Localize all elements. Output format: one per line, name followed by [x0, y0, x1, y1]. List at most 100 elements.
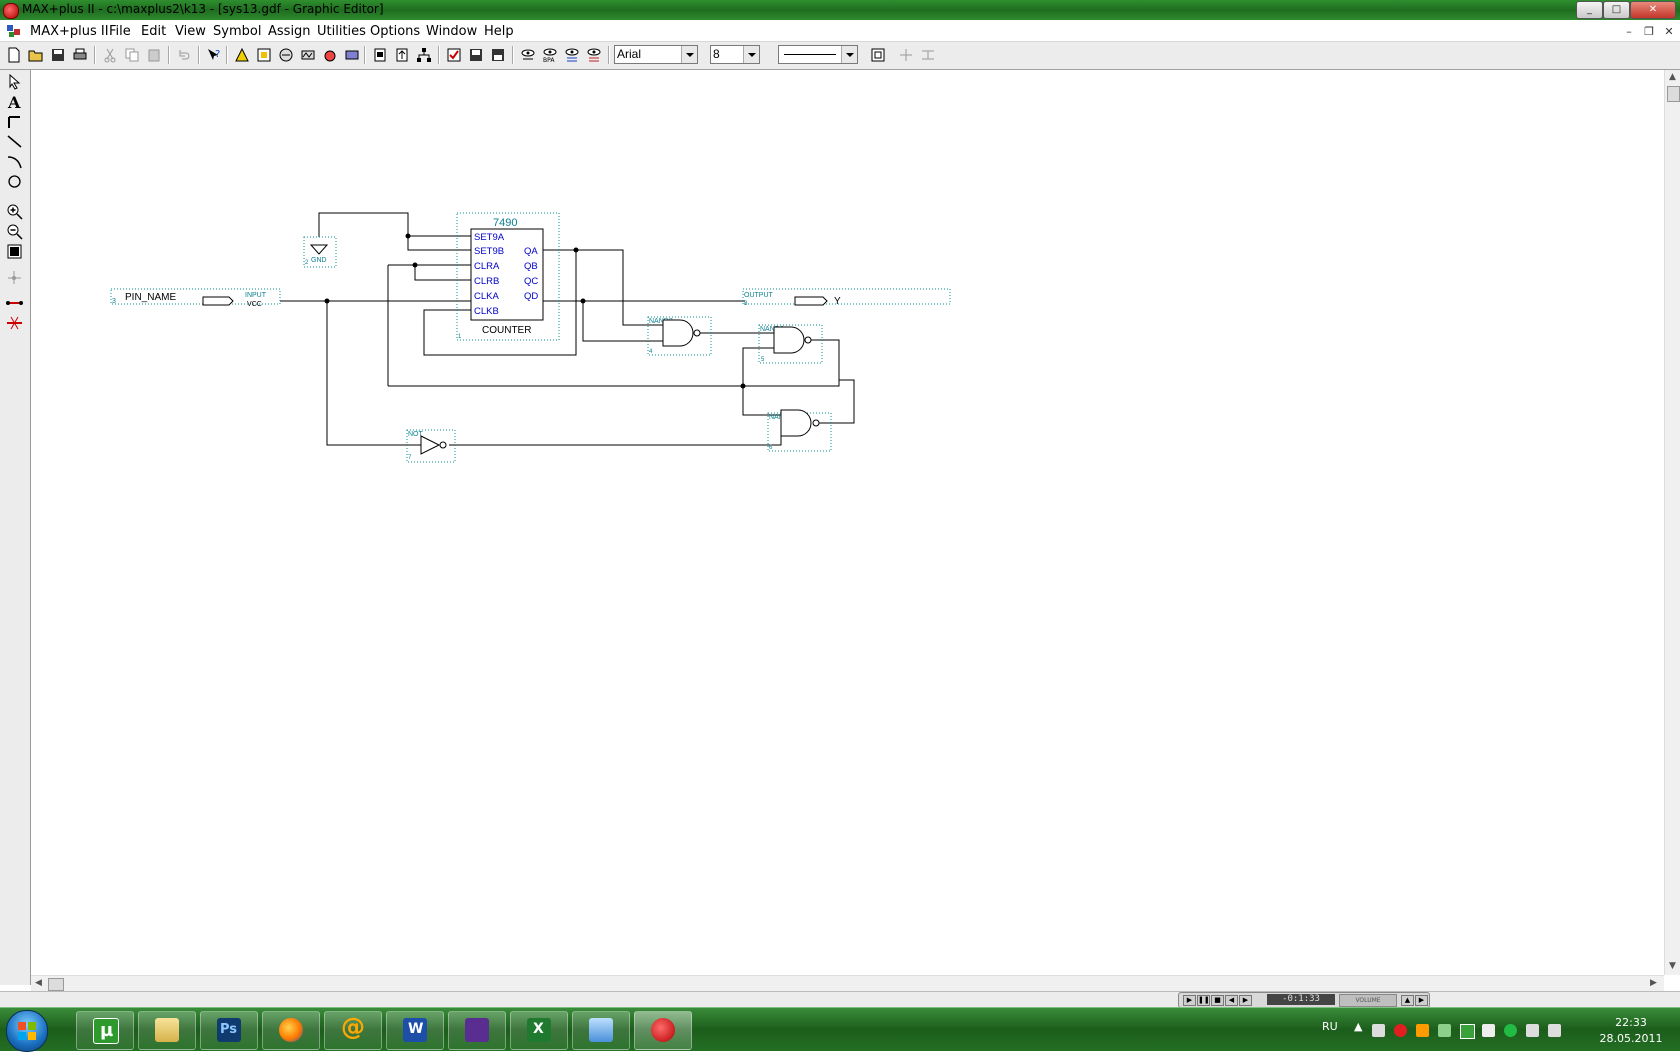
- font-name-select[interactable]: Arial: [614, 45, 698, 64]
- start-button[interactable]: [6, 1010, 48, 1052]
- language-indicator[interactable]: RU: [1322, 1020, 1338, 1063]
- action-center-icon[interactable]: [1548, 1024, 1561, 1037]
- menu-help[interactable]: Help: [484, 24, 514, 39]
- play-icon[interactable]: ▶: [1183, 995, 1196, 1006]
- simulator-icon[interactable]: [298, 45, 319, 66]
- compile-save-icon[interactable]: [466, 45, 487, 66]
- chevron-down-icon[interactable]: [743, 46, 759, 63]
- media-player-bar[interactable]: ▶ ❚❚ ■ ◀ ▶ -0:1:33 VOLUME ▲ ▶: [1178, 992, 1430, 1008]
- schematic-drawing[interactable]: 3 PIN_NAME INPUT VCC GND 2 7490 SET9A SE…: [31, 70, 1664, 975]
- programmer-icon[interactable]: [342, 45, 363, 66]
- diagonal-line-icon[interactable]: [5, 133, 24, 150]
- fit-in-window-icon[interactable]: [5, 243, 24, 260]
- taskbar-app-mail-agent[interactable]: @: [324, 1011, 382, 1050]
- volume-slider[interactable]: VOLUME: [1339, 994, 1397, 1007]
- vertical-scrollbar[interactable]: ▲ ▼: [1664, 70, 1680, 975]
- connect-nodes-icon[interactable]: [5, 294, 24, 311]
- menu-utilities[interactable]: Utilities: [317, 24, 366, 39]
- print-icon[interactable]: [70, 45, 91, 66]
- media-menu-icon[interactable]: ▶: [1415, 995, 1428, 1006]
- hierarchy-display-icon[interactable]: [232, 45, 253, 66]
- taskbar-app-utorrent[interactable]: µ: [76, 1011, 134, 1050]
- compiler-icon[interactable]: [276, 45, 297, 66]
- open-symbol-icon[interactable]: [370, 45, 391, 66]
- scroll-up-icon[interactable]: ▲: [1669, 72, 1676, 82]
- maxplus-app-icon[interactable]: [3, 3, 19, 19]
- clock[interactable]: 22:33 28.05.2011: [1596, 1015, 1666, 1047]
- disconnect-nodes-icon[interactable]: [5, 314, 24, 331]
- chevron-down-icon[interactable]: [681, 46, 697, 63]
- flip-vertical-icon[interactable]: [918, 45, 939, 66]
- menu-app-label[interactable]: MAX+plus II: [30, 24, 109, 39]
- pause-icon[interactable]: ❚❚: [1197, 995, 1210, 1006]
- open-folder-icon[interactable]: [26, 45, 47, 66]
- taskbar-app-explorer[interactable]: [138, 1011, 196, 1050]
- sheet-tray-icon[interactable]: [1438, 1024, 1451, 1037]
- timing-analyzer-icon[interactable]: [320, 45, 341, 66]
- mdi-restore-icon[interactable]: ❐: [1641, 25, 1657, 39]
- volume-icon[interactable]: [1482, 1024, 1495, 1037]
- copy-icon[interactable]: [122, 45, 143, 66]
- taskbar-app-firefox[interactable]: [262, 1011, 320, 1050]
- chevron-down-icon[interactable]: [841, 46, 857, 63]
- taskbar-app-photoshop[interactable]: Ps: [200, 1011, 258, 1050]
- taskbar-app-visual-studio[interactable]: [448, 1011, 506, 1050]
- flip-horizontal-icon[interactable]: [896, 45, 917, 66]
- paste-icon[interactable]: [144, 45, 165, 66]
- selector-arrow-icon[interactable]: [5, 73, 24, 90]
- horizontal-scroll-thumb[interactable]: [48, 978, 64, 991]
- skype-icon[interactable]: [1504, 1024, 1517, 1037]
- mdi-close-icon[interactable]: ✕: [1661, 25, 1677, 39]
- taskbar-app-word[interactable]: W: [386, 1011, 444, 1050]
- taskbar-app-excel[interactable]: X: [510, 1011, 568, 1050]
- monitor-icon[interactable]: [1526, 1024, 1539, 1037]
- horizontal-scrollbar[interactable]: ◀ ▶: [31, 975, 1664, 992]
- find-bpa-icon[interactable]: BPA: [540, 45, 561, 66]
- new-file-icon[interactable]: [4, 45, 25, 66]
- circle-tool-icon[interactable]: [5, 173, 24, 190]
- scroll-left-icon[interactable]: ◀: [35, 978, 42, 988]
- scroll-down-icon[interactable]: ▼: [1669, 961, 1676, 971]
- arc-tool-icon[interactable]: [5, 153, 24, 170]
- find-node-icon[interactable]: [518, 45, 539, 66]
- help-pointer-icon[interactable]: ?: [204, 45, 225, 66]
- utorrent-tray-icon[interactable]: [1460, 1024, 1475, 1039]
- connection-dot-icon[interactable]: [5, 269, 24, 286]
- show-hidden-icons[interactable]: ▲: [1354, 1020, 1362, 1063]
- hierarchy-up-icon[interactable]: [392, 45, 413, 66]
- menu-symbol[interactable]: Symbol: [213, 24, 261, 39]
- floorplan-editor-icon[interactable]: [254, 45, 275, 66]
- hierarchy-tree-icon[interactable]: [414, 45, 435, 66]
- zoom-in-icon[interactable]: [5, 203, 24, 220]
- undo-icon[interactable]: [174, 45, 195, 66]
- menu-window[interactable]: Window: [426, 24, 477, 39]
- line-style-select[interactable]: [778, 45, 858, 64]
- previous-icon[interactable]: ◀: [1225, 995, 1238, 1006]
- next-icon[interactable]: ▶: [1239, 995, 1252, 1006]
- output-pin-box[interactable]: [742, 288, 951, 305]
- orthogonal-line-icon[interactable]: [5, 113, 24, 130]
- find-next-icon[interactable]: [562, 45, 583, 66]
- scroll-right-icon[interactable]: ▶: [1650, 978, 1657, 988]
- rubberbanding-icon[interactable]: [868, 45, 889, 66]
- document-icon[interactable]: [6, 23, 22, 39]
- save-simulate-icon[interactable]: [488, 45, 509, 66]
- find-error-icon[interactable]: [584, 45, 605, 66]
- close-button[interactable]: ✕: [1630, 1, 1676, 19]
- menu-assign[interactable]: Assign: [268, 24, 311, 39]
- taskbar-app-downloader[interactable]: [572, 1011, 630, 1050]
- cut-icon[interactable]: [100, 45, 121, 66]
- save-icon[interactable]: [48, 45, 69, 66]
- network-icon[interactable]: [1372, 1024, 1385, 1037]
- media-expand-icon[interactable]: ▲: [1401, 995, 1414, 1006]
- antivirus-icon[interactable]: [1394, 1024, 1407, 1037]
- mdi-minimize-icon[interactable]: –: [1621, 25, 1637, 39]
- vertical-scroll-thumb[interactable]: [1667, 86, 1680, 102]
- menu-edit[interactable]: Edit: [141, 24, 166, 39]
- menu-view[interactable]: View: [175, 24, 206, 39]
- menu-options[interactable]: Options: [370, 24, 420, 39]
- check-icon[interactable]: [444, 45, 465, 66]
- zoom-out-icon[interactable]: [5, 223, 24, 240]
- text-tool-icon[interactable]: A: [5, 93, 24, 110]
- player-tray-icon[interactable]: [1416, 1024, 1429, 1037]
